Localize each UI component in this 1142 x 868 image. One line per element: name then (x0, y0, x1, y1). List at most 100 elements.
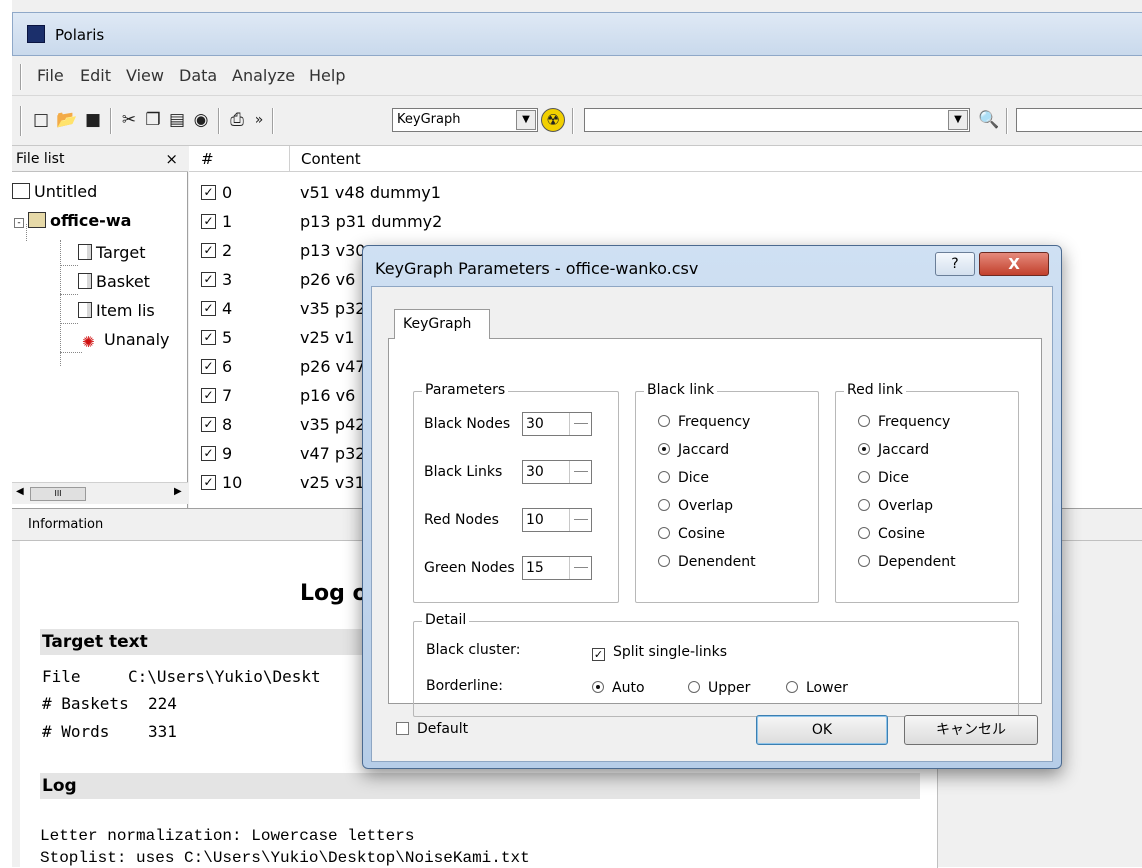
radio-label: Frequency (678, 414, 751, 430)
words-label: # Words (42, 722, 110, 741)
column-content-header[interactable]: Content (301, 146, 361, 172)
new-file-icon[interactable]: □ (30, 109, 52, 131)
row-checkbox[interactable]: ✓ (201, 214, 216, 229)
menu-grip[interactable] (20, 64, 22, 90)
save-icon[interactable]: ■ (82, 109, 104, 131)
red-link-overlap-radio[interactable]: Overlap (858, 498, 933, 514)
tree-item-unanalyzed[interactable]: ✺ Unanaly (82, 330, 170, 350)
red-link-frequency-radio[interactable]: Frequency (858, 414, 950, 430)
red-nodes-spinner[interactable]: 10 (522, 508, 592, 532)
borderline-lower-radio[interactable]: Lower (786, 680, 848, 696)
tree-item-untitled[interactable]: Untitled (12, 182, 97, 201)
default-checkbox[interactable]: Default (396, 721, 468, 737)
row-checkbox[interactable]: ✓ (201, 475, 216, 490)
row-content: v47 p32 (300, 444, 366, 463)
help-button[interactable]: ? (935, 252, 975, 276)
collapse-icon[interactable]: - (14, 218, 24, 228)
row-checkbox[interactable]: ✓ (201, 301, 216, 316)
black-link-dependent-radio[interactable]: Denendent (658, 554, 756, 570)
tree-item-basket[interactable]: Basket (78, 272, 150, 291)
row-checkbox[interactable]: ✓ (201, 359, 216, 374)
chevron-down-icon[interactable]: ▼ (948, 110, 968, 130)
black-link-dice-radio[interactable]: Dice (658, 470, 709, 486)
radio-icon (858, 527, 870, 539)
menu-help[interactable]: Help (309, 66, 345, 85)
black-link-cosine-radio[interactable]: Cosine (658, 526, 725, 542)
scroll-left-icon[interactable]: ◀ (16, 486, 24, 497)
borderline-upper-radio[interactable]: Upper (688, 680, 750, 696)
scroll-thumb[interactable]: III (30, 487, 86, 501)
spinner-buttons[interactable] (569, 413, 591, 435)
black-link-frequency-radio[interactable]: Frequency (658, 414, 750, 430)
analysis-combo[interactable]: KeyGraph ▼ (392, 108, 538, 132)
column-divider[interactable] (289, 146, 290, 172)
row-checkbox[interactable]: ✓ (201, 330, 216, 345)
find-icon[interactable]: ◉ (190, 109, 212, 131)
radio-label: Overlap (678, 498, 734, 514)
radiation-icon[interactable]: ☢ (541, 108, 565, 132)
red-link-dependent-radio[interactable]: Dependent (858, 554, 956, 570)
keygraph-icon: ✺ (82, 333, 95, 351)
row-checkbox[interactable]: ✓ (201, 417, 216, 432)
horizontal-scrollbar[interactable]: ◀ III ▶ (12, 482, 188, 504)
radio-label: Jaccard (878, 442, 930, 458)
radio-icon (658, 499, 670, 511)
toolbar-grip[interactable] (20, 106, 22, 136)
print-icon[interactable]: ⎙ (226, 109, 248, 131)
menu-file[interactable]: File (37, 66, 64, 85)
scroll-right-icon[interactable]: ▶ (174, 486, 182, 497)
chevron-down-icon[interactable]: ▼ (516, 110, 536, 130)
table-row[interactable]: ✓ 1 p13 p31 dummy2 (189, 208, 1142, 237)
radio-icon (858, 555, 870, 567)
close-icon[interactable]: × (165, 146, 178, 172)
preview-search-icon[interactable]: 🔍 (978, 109, 1000, 131)
ok-button[interactable]: OK (756, 715, 888, 745)
paste-icon[interactable]: ▤ (166, 109, 188, 131)
row-checkbox[interactable]: ✓ (201, 243, 216, 258)
extra-combo[interactable] (1016, 108, 1142, 132)
spinner-buttons[interactable] (569, 557, 591, 579)
menu-analyze[interactable]: Analyze (232, 66, 295, 85)
search-combo[interactable]: ▼ (584, 108, 970, 132)
open-folder-icon[interactable]: 📂 (56, 109, 78, 131)
red-link-legend: Red link (844, 382, 906, 398)
red-link-cosine-radio[interactable]: Cosine (858, 526, 925, 542)
row-checkbox[interactable]: ✓ (201, 388, 216, 403)
title-bar[interactable]: Polaris (12, 12, 1142, 56)
tree-item-label: Basket (96, 272, 150, 291)
spinner-buttons[interactable] (569, 509, 591, 531)
row-checkbox[interactable]: ✓ (201, 272, 216, 287)
cancel-button[interactable]: キャンセル (904, 715, 1038, 745)
menu-view[interactable]: View (126, 66, 164, 85)
copy-icon[interactable]: ❐ (142, 109, 164, 131)
black-link-overlap-radio[interactable]: Overlap (658, 498, 733, 514)
row-index: 2 (222, 241, 233, 260)
menu-edit[interactable]: Edit (80, 66, 111, 85)
cut-icon[interactable]: ✂ (118, 109, 140, 131)
table-row[interactable]: ✓ 0 v51 v48 dummy1 (189, 179, 1142, 208)
split-single-links-checkbox[interactable]: ✓ Split single-links (592, 644, 727, 661)
black-links-label: Black Links (424, 464, 503, 480)
black-nodes-spinner[interactable]: 30 (522, 412, 592, 436)
row-checkbox[interactable]: ✓ (201, 185, 216, 200)
green-nodes-spinner[interactable]: 15 (522, 556, 592, 580)
toolbar-separator (272, 108, 274, 134)
red-link-jaccard-radio[interactable]: Jaccard (858, 442, 929, 458)
menu-data[interactable]: Data (179, 66, 217, 85)
close-button[interactable]: X (979, 252, 1049, 276)
tab-page: Parameters Black Nodes 30 Black Links 30… (388, 338, 1042, 717)
column-index-header[interactable]: # (201, 146, 214, 172)
row-content: v35 p32 (300, 299, 366, 318)
tree-item-item-list[interactable]: Item lis (78, 301, 155, 320)
toolbar-overflow-icon[interactable]: » (248, 109, 270, 131)
black-link-jaccard-radio[interactable]: Jaccard (658, 442, 729, 458)
borderline-auto-radio[interactable]: Auto (592, 680, 645, 696)
spinner-buttons[interactable] (569, 461, 591, 483)
row-checkbox[interactable]: ✓ (201, 446, 216, 461)
radio-label: Lower (806, 680, 848, 696)
red-link-dice-radio[interactable]: Dice (858, 470, 909, 486)
black-links-spinner[interactable]: 30 (522, 460, 592, 484)
tree-item-target[interactable]: Target (78, 243, 146, 262)
tree-item-office-wanko[interactable]: - office-wa (14, 211, 131, 230)
tab-keygraph[interactable]: KeyGraph (394, 309, 490, 339)
